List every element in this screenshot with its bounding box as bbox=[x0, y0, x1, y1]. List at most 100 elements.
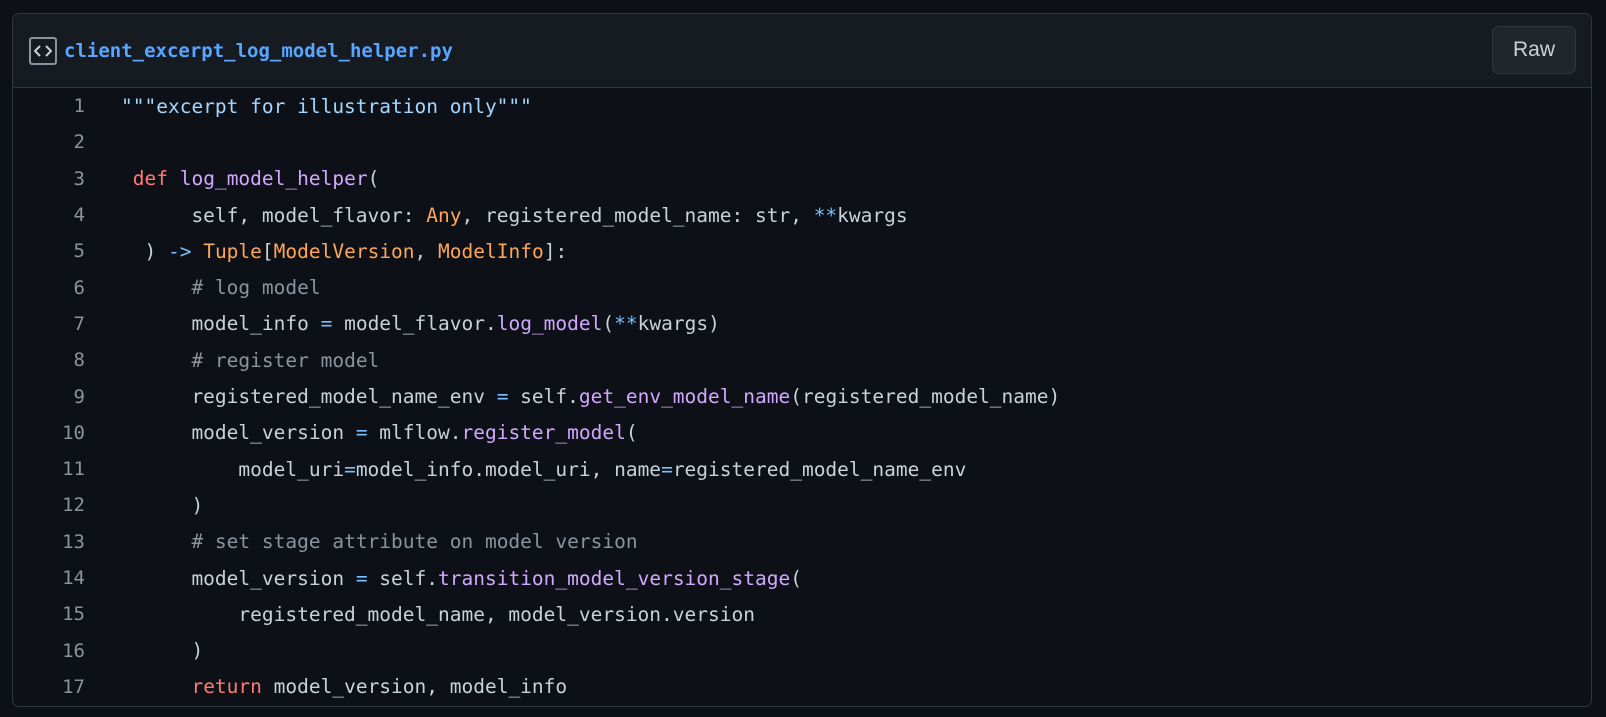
line-number[interactable]: 16 bbox=[13, 640, 85, 662]
line-number[interactable]: 12 bbox=[13, 494, 85, 516]
line-number[interactable]: 1 bbox=[13, 95, 85, 117]
line-number[interactable]: 7 bbox=[13, 313, 85, 335]
code-token: register_model bbox=[461, 421, 626, 445]
code-token: , registered_model_name: str, bbox=[461, 203, 814, 227]
line-number[interactable]: 10 bbox=[13, 422, 85, 444]
code-token: ( bbox=[602, 312, 615, 336]
line-number[interactable]: 2 bbox=[13, 131, 85, 153]
code-token: = bbox=[355, 566, 368, 590]
line-number[interactable]: 8 bbox=[13, 349, 85, 371]
code-token: = bbox=[661, 457, 673, 481]
line-code: """excerpt for illustration only""" bbox=[85, 95, 532, 118]
code-token: def bbox=[132, 167, 168, 191]
code-token: self. bbox=[367, 566, 439, 590]
code-line: 3 def log_model_helper( bbox=[13, 161, 1591, 197]
code-line: 11 model_uri=model_info.model_uri, name=… bbox=[13, 451, 1591, 487]
code-token: registered_model_name_env bbox=[121, 385, 497, 409]
code-token: self. bbox=[508, 385, 579, 409]
line-number[interactable]: 15 bbox=[13, 603, 85, 625]
line-code: # register model bbox=[85, 349, 379, 372]
code-token: ) bbox=[121, 493, 204, 517]
code-line: 4 self, model_flavor: Any, registered_mo… bbox=[13, 197, 1591, 233]
code-token: ( bbox=[625, 421, 638, 445]
code-line: 9 registered_model_name_env = self.get_e… bbox=[13, 378, 1591, 414]
code-token: transition_model_version_stage bbox=[438, 566, 791, 590]
code-token: model_uri bbox=[121, 457, 345, 481]
code-token: [ bbox=[261, 239, 274, 263]
code-token: ( bbox=[790, 566, 802, 590]
code-token: """excerpt for illustration only""" bbox=[121, 94, 532, 118]
code-token: ModelInfo bbox=[438, 239, 544, 263]
code-line: 2 bbox=[13, 124, 1591, 160]
code-line: 13 # set stage attribute on model versio… bbox=[13, 524, 1591, 560]
code-token: = bbox=[320, 312, 333, 336]
line-number[interactable]: 6 bbox=[13, 277, 85, 299]
line-code: model_info = model_flavor.log_model(**kw… bbox=[85, 312, 720, 336]
file-header: client_excerpt_log_model_helper.py Raw bbox=[13, 14, 1591, 88]
code-token: = bbox=[344, 457, 356, 481]
code-token: ModelVersion bbox=[273, 239, 415, 263]
code-token: kwargs) bbox=[637, 312, 720, 336]
code-token: ) bbox=[121, 239, 168, 263]
line-number[interactable]: 17 bbox=[13, 676, 85, 698]
code-token: registered_model_name_env bbox=[672, 457, 967, 481]
code-line: 14 model_version = self.transition_model… bbox=[13, 560, 1591, 596]
code-square-icon bbox=[29, 36, 57, 65]
code-token: model_flavor. bbox=[332, 312, 497, 336]
code-token: registered_model_name, model_version.ver… bbox=[121, 602, 755, 626]
line-code: ) -> Tuple[ModelVersion, ModelInfo]: bbox=[85, 240, 567, 263]
code-token: ( bbox=[367, 167, 380, 191]
line-code: def log_model_helper( bbox=[85, 167, 380, 191]
line-number[interactable]: 14 bbox=[13, 567, 85, 589]
code-token: model_info bbox=[121, 312, 321, 336]
line-code: registered_model_name_env = self.get_env… bbox=[85, 385, 1060, 408]
line-code: ) bbox=[85, 639, 203, 662]
code-token: log_model bbox=[496, 312, 603, 336]
line-code: ) bbox=[85, 494, 203, 517]
line-code: registered_model_name, model_version.ver… bbox=[85, 603, 755, 626]
code-token: , bbox=[414, 239, 439, 263]
code-line: 15 registered_model_name, model_version.… bbox=[13, 596, 1591, 632]
code-token: ** bbox=[813, 203, 838, 227]
code-line: 1 """excerpt for illustration only""" bbox=[13, 88, 1591, 124]
code-line: 7 model_info = model_flavor.log_model(**… bbox=[13, 306, 1591, 342]
line-number[interactable]: 11 bbox=[13, 458, 85, 480]
code-line: 5 ) -> Tuple[ModelVersion, ModelInfo]: bbox=[13, 233, 1591, 269]
line-code: return model_version, model_info bbox=[85, 675, 567, 698]
code-token: kwargs bbox=[837, 203, 908, 227]
code-token: # log model bbox=[191, 276, 321, 300]
line-number[interactable]: 9 bbox=[13, 386, 85, 408]
code-token: log_model_helper bbox=[179, 167, 368, 191]
line-code: # log model bbox=[85, 276, 321, 300]
line-code: model_version = mlflow.register_model( bbox=[85, 421, 638, 445]
raw-button[interactable]: Raw bbox=[1492, 26, 1576, 74]
code-token: model_version bbox=[121, 421, 356, 445]
line-code: self, model_flavor: Any, registered_mode… bbox=[85, 203, 908, 227]
code-line: 12 ) bbox=[13, 487, 1591, 523]
code-line: 6 # log model bbox=[13, 269, 1591, 305]
code-token: return bbox=[191, 675, 262, 699]
code-token: (registered_model_name) bbox=[790, 385, 1061, 409]
line-number[interactable]: 5 bbox=[13, 240, 85, 262]
line-number[interactable]: 4 bbox=[13, 204, 85, 226]
code-token: # register model bbox=[191, 348, 380, 372]
code-token: Tuple bbox=[203, 239, 262, 263]
line-number[interactable]: 3 bbox=[13, 168, 85, 190]
line-code: model_uri=model_info.model_uri, name=reg… bbox=[85, 458, 966, 481]
code-token: model_version bbox=[121, 566, 356, 590]
file-name-link[interactable]: client_excerpt_log_model_helper.py bbox=[64, 40, 453, 62]
code-token: model_version, model_info bbox=[261, 675, 568, 699]
code-token: = bbox=[355, 421, 368, 445]
line-number[interactable]: 13 bbox=[13, 531, 85, 553]
code-token: -> bbox=[167, 239, 192, 263]
code-token: ** bbox=[614, 312, 638, 336]
code-token: ) bbox=[121, 639, 204, 663]
code-token: get_env_model_name bbox=[578, 385, 791, 409]
